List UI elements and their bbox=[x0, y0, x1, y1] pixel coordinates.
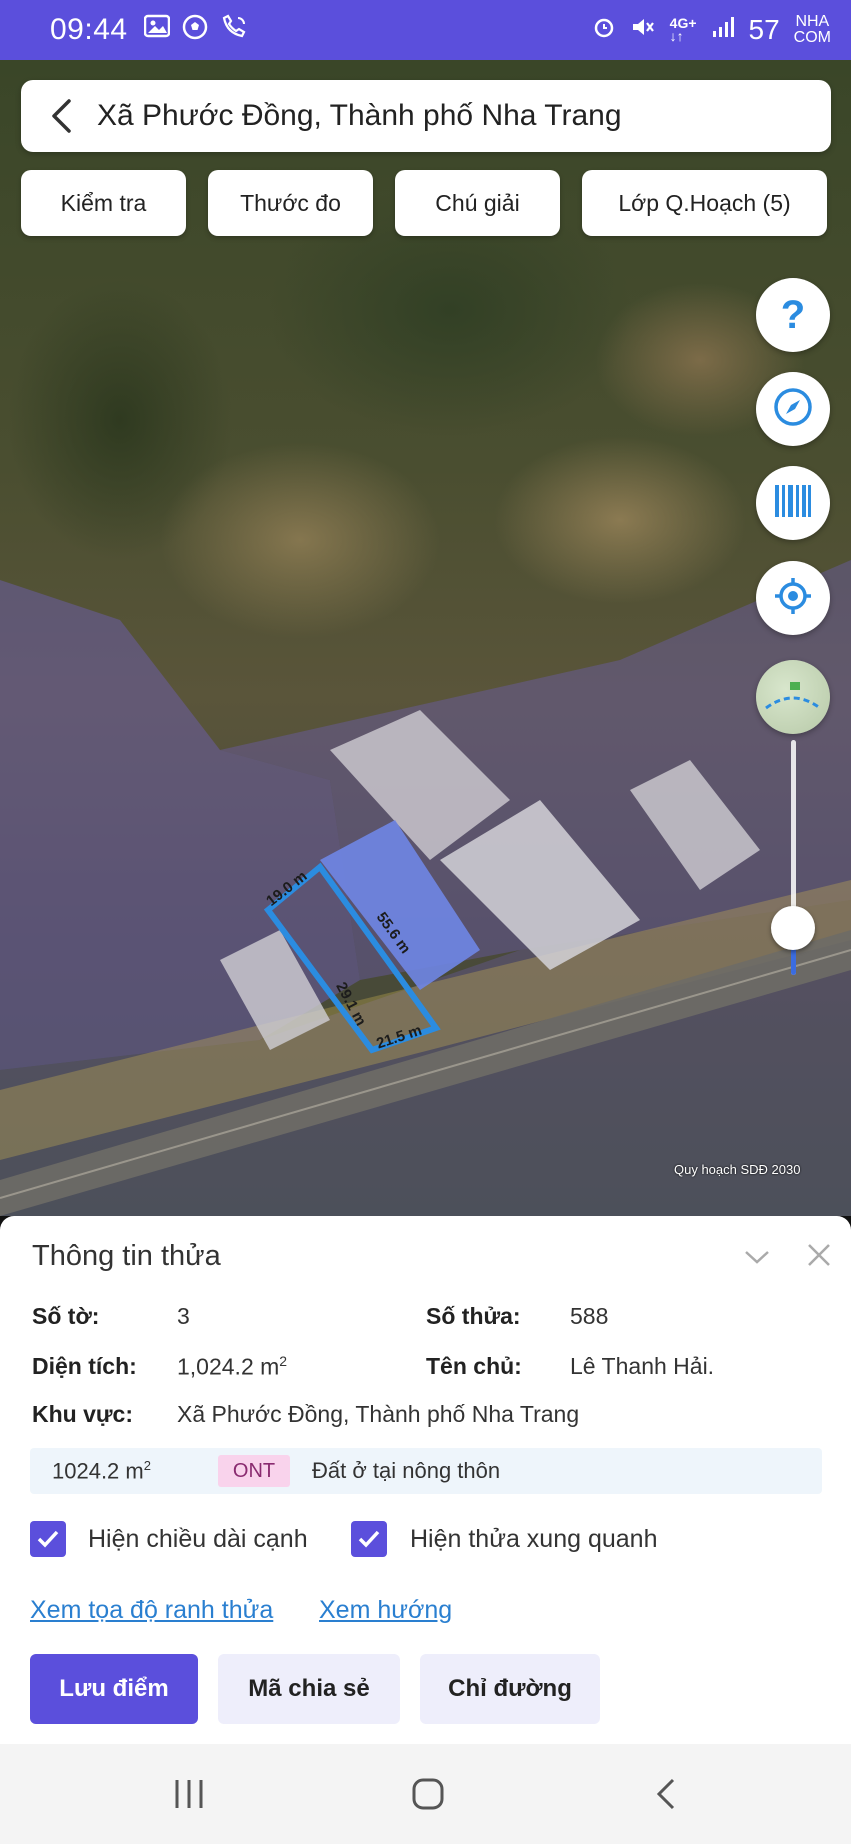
locate-button[interactable] bbox=[756, 561, 830, 635]
zoom-slider-thumb[interactable] bbox=[771, 906, 815, 950]
region-value: Xã Phước Đồng, Thành phố Nha Trang bbox=[177, 1401, 580, 1427]
signal-icon bbox=[711, 15, 735, 46]
view-direction-link[interactable]: Xem hướng bbox=[319, 1596, 452, 1625]
sheet-number-label: Số tờ: bbox=[32, 1303, 100, 1329]
land-use-area: 1024.2 m2 bbox=[52, 1458, 151, 1484]
mute-icon bbox=[630, 15, 656, 46]
soccer-icon bbox=[182, 14, 208, 47]
alarm-icon bbox=[592, 15, 616, 46]
directions-button[interactable]: Chỉ đường bbox=[420, 1654, 600, 1724]
compass-icon bbox=[773, 387, 813, 432]
status-time: 09:44 bbox=[50, 13, 128, 46]
parcel-number-value: 588 bbox=[570, 1303, 609, 1329]
watermark: NHA COM bbox=[794, 14, 831, 46]
status-left-icons bbox=[143, 14, 248, 47]
crosshair-icon bbox=[773, 576, 813, 621]
status-right: 4G+ ↓↑ 57 NHA COM bbox=[592, 14, 831, 46]
battery-level: 57 bbox=[748, 14, 780, 45]
watermark-top: NHA bbox=[795, 13, 830, 30]
compass-button[interactable] bbox=[756, 372, 830, 446]
legend-button[interactable]: Chú giải bbox=[395, 170, 560, 236]
area-value: 1,024.2 m2 bbox=[177, 1353, 287, 1381]
measure-button[interactable]: Thước đo bbox=[208, 170, 373, 236]
land-use-description: Đất ở tại nông thôn bbox=[312, 1458, 501, 1483]
wifi-calling-icon bbox=[220, 14, 248, 47]
show-neighbors-label[interactable]: Hiện thửa xung quanh bbox=[410, 1525, 657, 1554]
view-boundary-coords-link[interactable]: Xem tọa độ ranh thửa bbox=[30, 1596, 273, 1625]
help-button[interactable]: ? bbox=[756, 278, 830, 352]
system-nav-bar bbox=[0, 1744, 851, 1844]
map-layer-button[interactable] bbox=[756, 660, 830, 734]
land-use-area-text: 1024.2 m bbox=[52, 1458, 144, 1484]
owner-value: Lê Thanh Hải. bbox=[570, 1353, 715, 1379]
location-title: Xã Phước Đồng, Thành phố Nha Trang bbox=[97, 99, 622, 132]
region-label: Khu vực: bbox=[32, 1401, 133, 1427]
show-edge-length-checkbox[interactable] bbox=[30, 1521, 66, 1557]
area-value-unit-sup: 2 bbox=[279, 1353, 288, 1369]
tool-chips: Kiểm tra Thước đo Chú giải Lớp Q.Hoạch (… bbox=[21, 170, 831, 236]
4g-icon: 4G+ ↓↑ bbox=[669, 15, 697, 44]
help-icon: ? bbox=[780, 292, 806, 337]
map-thumbnail-icon bbox=[756, 660, 830, 734]
show-edge-length-label[interactable]: Hiện chiều dài cạnh bbox=[88, 1525, 308, 1554]
search-bar[interactable]: Xã Phước Đồng, Thành phố Nha Trang bbox=[21, 80, 831, 152]
checkmark-icon bbox=[358, 1530, 380, 1548]
image-icon bbox=[143, 14, 170, 47]
close-icon[interactable] bbox=[804, 1240, 834, 1270]
save-point-button[interactable]: Lưu điểm bbox=[30, 1654, 198, 1724]
barcode-button[interactable] bbox=[756, 466, 830, 540]
planning-layers-button[interactable]: Lớp Q.Hoạch (5) bbox=[582, 170, 827, 236]
check-button[interactable]: Kiểm tra bbox=[21, 170, 186, 236]
home-icon[interactable] bbox=[406, 1772, 450, 1816]
owner-label: Tên chủ: bbox=[426, 1353, 522, 1379]
map-credit: Quy hoạch SDĐ 2030 bbox=[674, 1162, 801, 1177]
recent-apps-icon[interactable] bbox=[167, 1772, 211, 1816]
area-label: Diện tích: bbox=[32, 1353, 137, 1379]
area-value-text: 1,024.2 m bbox=[177, 1353, 280, 1380]
land-use-code-badge: ONT bbox=[218, 1455, 290, 1487]
sheet-number-value: 3 bbox=[177, 1303, 190, 1329]
sheet-title: Thông tin thửa bbox=[32, 1240, 221, 1272]
parcel-number-label: Số thửa: bbox=[426, 1303, 521, 1329]
status-bar: 09:44 4G+ ↓↑ 57 NHA COM bbox=[0, 0, 851, 60]
watermark-bottom: COM bbox=[793, 29, 831, 46]
show-neighbors-checkbox[interactable] bbox=[351, 1521, 387, 1557]
back-arrow-icon[interactable] bbox=[43, 98, 79, 134]
barcode-icon bbox=[773, 483, 813, 524]
land-use-row: 1024.2 m2 ONT Đất ở tại nông thôn bbox=[30, 1448, 822, 1494]
checkmark-icon bbox=[37, 1530, 59, 1548]
share-code-button[interactable]: Mã chia sẻ bbox=[218, 1654, 400, 1724]
land-use-area-sup: 2 bbox=[143, 1458, 151, 1473]
back-icon[interactable] bbox=[644, 1772, 688, 1816]
chevron-down-icon[interactable] bbox=[742, 1242, 772, 1272]
